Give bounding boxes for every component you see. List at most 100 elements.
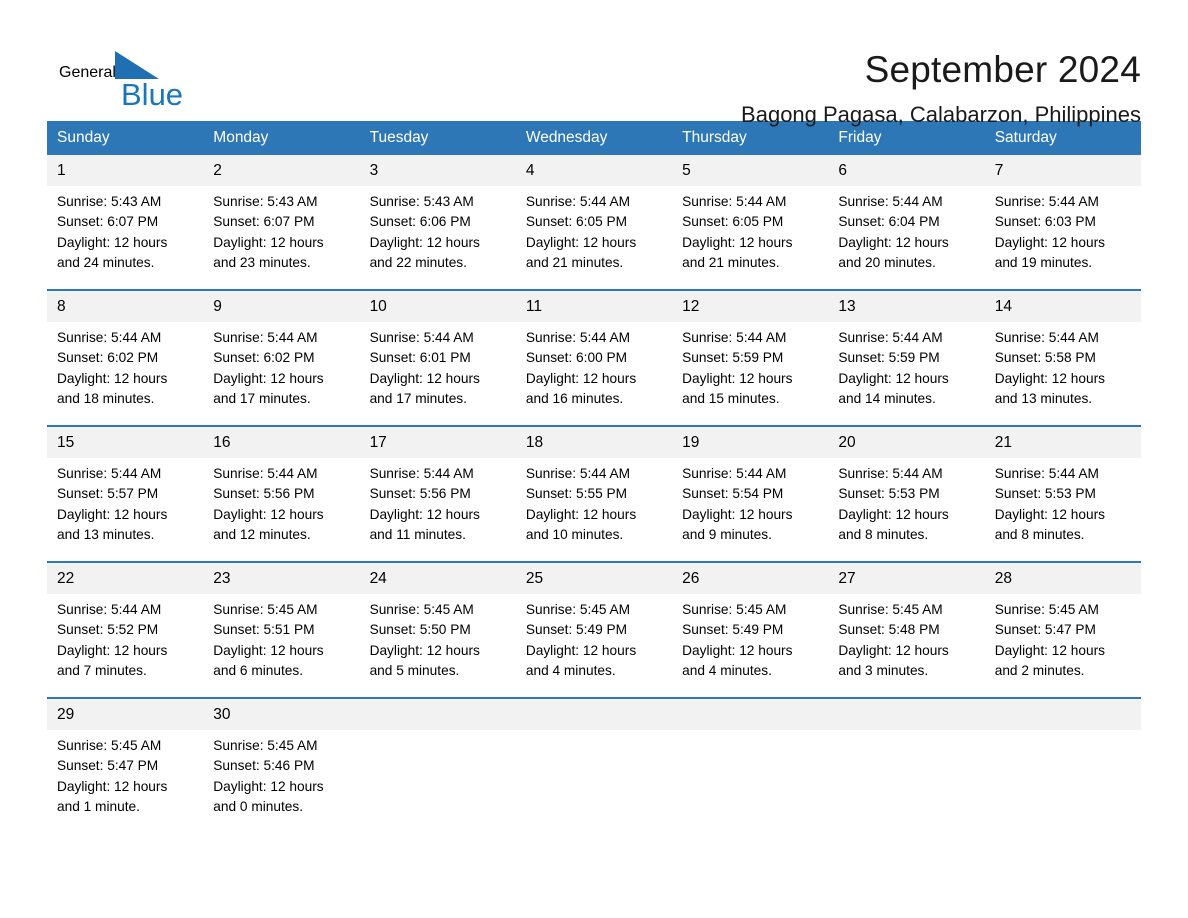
day-cell[interactable]: 22 Sunrise: 5:44 AM Sunset: 5:52 PM Dayligh… [47,563,204,685]
day-cell[interactable]: 26 Sunrise: 5:45 AM Sunset: 5:49 PM Dayligh… [672,563,829,685]
day-cell-empty [828,699,985,821]
day-cell[interactable]: 6 Sunrise: 5:44 AM Sunset: 6:04 PM Daylight… [828,155,985,277]
day-info: Sunrise: 5:45 AM Sunset: 5:50 PM Daylight:… [360,594,516,681]
day-sunset: Sunset: 5:59 PM [682,350,784,366]
day-daylight-line1: Daylight: 12 hours [994,642,1106,658]
day-daylight-line1: Daylight: 12 hours [838,234,949,250]
day-cell[interactable]: 15 Sunrise: 5:44 AM Sunset: 5:57 PM Dayligh… [47,427,204,549]
day-sunrise: Sunrise: 5:44 AM [525,466,631,481]
brand-name-blue: Blue [121,77,184,112]
day-sunrise: Sunrise: 5:43 AM [57,194,162,209]
day-number: 11 [515,291,673,322]
day-sunset: Sunset: 6:03 PM [994,214,1096,230]
day-cell[interactable]: 10 Sunrise: 5:44 AM Sunset: 6:01 PM Dayligh… [359,291,516,413]
day-sunrise: Sunrise: 5:44 AM [682,466,787,481]
day-cell[interactable]: 16 Sunrise: 5:44 AM Sunset: 5:56 PM Dayligh… [203,427,360,549]
day-cell[interactable]: 5 Sunrise: 5:44 AM Sunset: 6:05 PM Daylight… [672,155,829,277]
day-cell[interactable]: 18 Sunrise: 5:44 AM Sunset: 5:55 PM Dayligh… [515,427,673,549]
day-number: 21 [984,427,1141,458]
day-cell[interactable]: 19 Sunrise: 5:44 AM Sunset: 5:54 PM Dayligh… [672,427,829,549]
day-sunrise: Sunrise: 5:44 AM [213,466,318,481]
weekday-header-friday: Friday [838,129,882,146]
day-daylight-line1: Daylight: 12 hours [213,642,324,658]
day-sunrise: Sunrise: 5:45 AM [838,602,943,617]
day-cell[interactable]: 7 Sunrise: 5:44 AM Sunset: 6:03 PM Daylight… [984,155,1141,277]
day-cell[interactable]: 13 Sunrise: 5:44 AM Sunset: 5:59 PM Dayligh… [828,291,985,413]
day-cell[interactable]: 12 Sunrise: 5:44 AM Sunset: 5:59 PM Dayligh… [672,291,829,413]
calendar-week-row: 8 Sunrise: 5:44 AM Sunset: 6:02 PM Daylight… [47,289,1141,413]
day-info: Sunrise: 5:44 AM Sunset: 6:04 PM Daylight:… [828,186,984,273]
day-cell[interactable]: 1 Sunrise: 5:43 AM Sunset: 6:07 PM Daylight… [47,155,204,277]
day-sunrise: Sunrise: 5:45 AM [682,602,787,617]
day-sunrise: Sunrise: 5:44 AM [525,194,631,209]
day-daylight-line1: Daylight: 12 hours [213,234,324,250]
day-number: 22 [47,563,204,594]
calendar-week-row: 22 Sunrise: 5:44 AM Sunset: 5:52 PM Dayligh… [47,561,1141,685]
day-cell[interactable]: 9 Sunrise: 5:44 AM Sunset: 6:02 PM Daylight… [203,291,360,413]
day-cell[interactable]: 28 Sunrise: 5:45 AM Sunset: 5:47 PM Dayligh… [984,563,1141,685]
calendar-grid: Sunday Monday Tuesday Wednesday Thursday Frid… [47,121,1141,821]
day-sunrise: Sunrise: 5:44 AM [57,466,162,481]
day-cell[interactable]: 25 Sunrise: 5:45 AM Sunset: 5:49 PM Dayligh… [515,563,673,685]
day-cell[interactable]: 30 Sunrise: 5:45 AM Sunset: 5:46 PM Dayligh… [203,699,360,821]
day-daylight-line1: Daylight: 12 hours [525,370,637,386]
day-daylight-line2: and 4 minutes. [682,662,772,678]
day-sunset: Sunset: 6:06 PM [369,214,471,230]
day-daylight-line1: Daylight: 12 hours [57,370,168,386]
day-daylight-line2: and 23 minutes. [213,254,311,270]
day-number: 19 [672,427,829,458]
day-daylight-line1: Daylight: 12 hours [838,370,949,386]
day-cell[interactable]: 8 Sunrise: 5:44 AM Sunset: 6:02 PM Daylight… [47,291,204,413]
day-info: Sunrise: 5:44 AM Sunset: 5:57 PM Daylight:… [47,458,203,545]
day-cell[interactable]: 14 Sunrise: 5:44 AM Sunset: 5:58 PM Dayligh… [984,291,1141,413]
day-number: 8 [47,291,204,322]
day-sunset: Sunset: 5:47 PM [57,758,159,774]
day-info: Sunrise: 5:45 AM Sunset: 5:47 PM Daylight:… [47,730,203,817]
page-header: General Blue September 2024 Bagong Pagas… [47,0,1141,127]
day-number [828,699,985,730]
day-sunset: Sunset: 6:07 PM [213,214,315,230]
day-cell[interactable]: 23 Sunrise: 5:45 AM Sunset: 5:51 PM Dayligh… [203,563,360,685]
day-number: 9 [203,291,360,322]
day-sunrise: Sunrise: 5:44 AM [369,330,474,345]
day-sunset: Sunset: 6:02 PM [213,350,315,366]
day-daylight-line1: Daylight: 12 hours [838,506,949,522]
day-sunrise: Sunrise: 5:43 AM [369,194,474,209]
day-info: Sunrise: 5:44 AM Sunset: 6:02 PM Daylight:… [47,322,203,409]
day-cell[interactable]: 29 Sunrise: 5:45 AM Sunset: 5:47 PM Dayligh… [47,699,204,821]
day-daylight-line1: Daylight: 12 hours [369,234,480,250]
day-number: 1 [47,155,204,186]
day-number: 16 [203,427,360,458]
day-cell[interactable]: 21 Sunrise: 5:44 AM Sunset: 5:53 PM Dayligh… [984,427,1141,549]
day-sunset: Sunset: 5:46 PM [213,758,315,774]
calendar-week-row: 1 Sunrise: 5:43 AM Sunset: 6:07 PM Daylight… [47,155,1141,277]
day-sunset: Sunset: 6:05 PM [525,214,628,230]
day-cell[interactable]: 17 Sunrise: 5:44 AM Sunset: 5:56 PM Dayligh… [359,427,516,549]
day-daylight-line1: Daylight: 12 hours [57,234,168,250]
day-cell[interactable]: 4 Sunrise: 5:44 AM Sunset: 6:05 PM Daylight… [515,155,673,277]
day-daylight-line2: and 20 minutes. [838,254,936,270]
day-info: Sunrise: 5:44 AM Sunset: 5:53 PM Daylight:… [828,458,984,545]
day-cell[interactable]: 24 Sunrise: 5:45 AM Sunset: 5:50 PM Dayligh… [359,563,516,685]
day-sunrise: Sunrise: 5:44 AM [994,194,1099,209]
day-daylight-line2: and 8 minutes. [994,526,1085,542]
day-cell-empty [984,699,1141,821]
day-sunset: Sunset: 5:57 PM [57,486,159,502]
day-sunset: Sunset: 5:50 PM [369,622,471,638]
day-sunset: Sunset: 5:56 PM [369,486,471,502]
day-daylight-line2: and 8 minutes. [838,526,929,542]
day-sunrise: Sunrise: 5:44 AM [213,330,318,345]
day-daylight-line2: and 4 minutes. [525,662,616,678]
day-daylight-line2: and 13 minutes. [994,390,1093,406]
day-cell[interactable]: 11 Sunrise: 5:44 AM Sunset: 6:00 PM Dayligh… [515,291,673,413]
day-sunrise: Sunrise: 5:44 AM [525,330,631,345]
day-cell[interactable]: 27 Sunrise: 5:45 AM Sunset: 5:48 PM Dayligh… [828,563,985,685]
brand-logo[interactable]: General Blue [47,46,277,111]
day-info: Sunrise: 5:43 AM Sunset: 6:07 PM Daylight:… [47,186,203,273]
day-daylight-line1: Daylight: 12 hours [525,506,637,522]
day-cell[interactable]: 20 Sunrise: 5:44 AM Sunset: 5:53 PM Dayligh… [828,427,985,549]
day-info [985,730,1141,736]
day-info: Sunrise: 5:45 AM Sunset: 5:48 PM Daylight:… [828,594,984,681]
day-cell[interactable]: 3 Sunrise: 5:43 AM Sunset: 6:06 PM Daylight… [359,155,516,277]
day-cell[interactable]: 2 Sunrise: 5:43 AM Sunset: 6:07 PM Daylight… [203,155,360,277]
